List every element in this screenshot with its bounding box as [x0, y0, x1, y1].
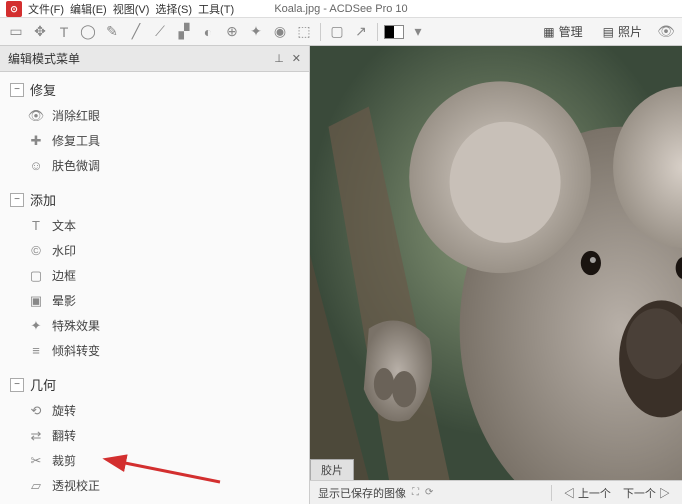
menu-view[interactable]: 视图(V) — [113, 1, 150, 17]
color-swatch[interactable] — [384, 25, 404, 39]
edit-panel: 编辑模式菜单 ⊥ ✕ − 修复 👁消除红眼 ✚修复工具 ☺肤色微调 − 添加 T… — [0, 46, 310, 504]
prev-button[interactable]: ◁ 上一个 — [560, 485, 615, 501]
close-icon[interactable]: ✕ — [292, 52, 301, 65]
border-icon: ▢ — [28, 268, 44, 284]
redeye-tool-icon[interactable]: ◉ — [270, 22, 290, 42]
next-button[interactable]: 下一个 ▷ — [619, 485, 674, 501]
item-repair-tool[interactable]: ✚修复工具 — [0, 128, 309, 153]
expand-icon[interactable]: ⛶ — [412, 487, 419, 498]
heal-tool-icon[interactable]: ✦ — [246, 22, 266, 42]
content-area: 显示已保存的图像 ⛶ ⟳ ◁ 上一个 下一个 ▷ — [310, 46, 682, 504]
eyedropper-icon[interactable]: ⟋ — [150, 22, 170, 42]
brush-tool-icon[interactable]: ✎ — [102, 22, 122, 42]
koala-image — [310, 46, 682, 480]
section-add[interactable]: − 添加 — [0, 186, 309, 213]
item-redeye[interactable]: 👁消除红眼 — [0, 103, 309, 128]
collapse-icon[interactable]: − — [10, 193, 24, 207]
text-tool-icon[interactable]: T — [54, 22, 74, 42]
menu-tools[interactable]: 工具(T) — [198, 1, 234, 17]
collapse-icon[interactable]: − — [10, 83, 24, 97]
item-tilt-shift[interactable]: ≡倾斜转变 — [0, 338, 309, 363]
photo-icon: ▤ — [603, 25, 614, 39]
view-mode-icon[interactable]: 👁 — [656, 22, 676, 42]
bandage-icon: ✚ — [28, 133, 44, 149]
selection-tool-icon[interactable]: ▭ — [6, 22, 26, 42]
crop-tool-icon[interactable]: ⬚ — [294, 22, 314, 42]
clone-tool-icon[interactable]: ⊕ — [222, 22, 242, 42]
app-icon: ⊙ — [6, 1, 22, 17]
face-icon: ☺ — [28, 158, 44, 174]
item-skin-tune[interactable]: ☺肤色微调 — [0, 153, 309, 178]
item-text[interactable]: T文本 — [0, 213, 309, 238]
arrow-tool-icon[interactable]: ↗ — [351, 22, 371, 42]
image-viewport[interactable] — [310, 46, 682, 480]
item-flip[interactable]: ⇄翻转 — [0, 423, 309, 448]
gradient-tool-icon[interactable]: ◐ — [198, 22, 218, 42]
crop-icon: ✂ — [28, 453, 44, 469]
panel-title: 编辑模式菜单 — [8, 50, 80, 67]
effects-icon: ✦ — [28, 318, 44, 334]
grid-icon: ▦ — [543, 25, 554, 39]
line-tool-icon[interactable]: ╱ — [126, 22, 146, 42]
move-tool-icon[interactable]: ✥ — [30, 22, 50, 42]
item-border[interactable]: ▢边框 — [0, 263, 309, 288]
perspective-icon: ▱ — [28, 478, 44, 494]
fill-tool-icon[interactable]: ▞ — [174, 22, 194, 42]
section-repair[interactable]: − 修复 — [0, 76, 309, 103]
vignette-icon: ▣ — [28, 293, 44, 309]
flip-icon: ⇄ — [28, 428, 44, 444]
menu-select[interactable]: 选择(S) — [155, 1, 192, 17]
status-text: 显示已保存的图像 — [318, 485, 406, 501]
item-watermark[interactable]: ©水印 — [0, 238, 309, 263]
collapse-icon[interactable]: − — [10, 378, 24, 392]
item-crop[interactable]: ✂裁剪 — [0, 448, 309, 473]
menu-edit[interactable]: 编辑(E) — [70, 1, 107, 17]
rotate-icon: ⟲ — [28, 403, 44, 419]
item-effects[interactable]: ✦特殊效果 — [0, 313, 309, 338]
item-vignette[interactable]: ▣晕影 — [0, 288, 309, 313]
shape-tool-icon[interactable]: ▢ — [327, 22, 347, 42]
item-rotate[interactable]: ⟲旋转 — [0, 398, 309, 423]
manage-mode-button[interactable]: ▦ 管理 — [537, 21, 588, 42]
tilt-icon: ≡ — [28, 343, 44, 359]
dropdown-icon[interactable]: ▾ — [408, 22, 428, 42]
item-lens-correction[interactable]: ◎镜头畸变校正 — [0, 498, 309, 504]
pin-icon[interactable]: ⊥ — [274, 52, 284, 65]
menu-file[interactable]: 文件(F) — [28, 1, 64, 17]
section-geometry[interactable]: − 几何 — [0, 371, 309, 398]
refresh-icon[interactable]: ⟳ — [425, 487, 433, 498]
toolbar: ▭ ✥ T ◯ ✎ ╱ ⟋ ▞ ◐ ⊕ ✦ ◉ ⬚ ▢ ↗ ▾ ▦ 管理 ▤ 照… — [0, 18, 682, 46]
eye-icon: 👁 — [28, 108, 44, 124]
panel-header: 编辑模式菜单 ⊥ ✕ — [0, 46, 309, 72]
text-icon: T — [28, 218, 44, 234]
lasso-tool-icon[interactable]: ◯ — [78, 22, 98, 42]
watermark-icon: © — [28, 243, 44, 259]
film-tab[interactable]: 胶片 — [310, 459, 354, 480]
window-title: Koala.jpg - ACDSee Pro 10 — [274, 0, 407, 18]
photos-mode-button[interactable]: ▤ 照片 — [597, 21, 648, 42]
item-perspective[interactable]: ▱透视校正 — [0, 473, 309, 498]
status-bar: 显示已保存的图像 ⛶ ⟳ ◁ 上一个 下一个 ▷ — [310, 480, 682, 504]
